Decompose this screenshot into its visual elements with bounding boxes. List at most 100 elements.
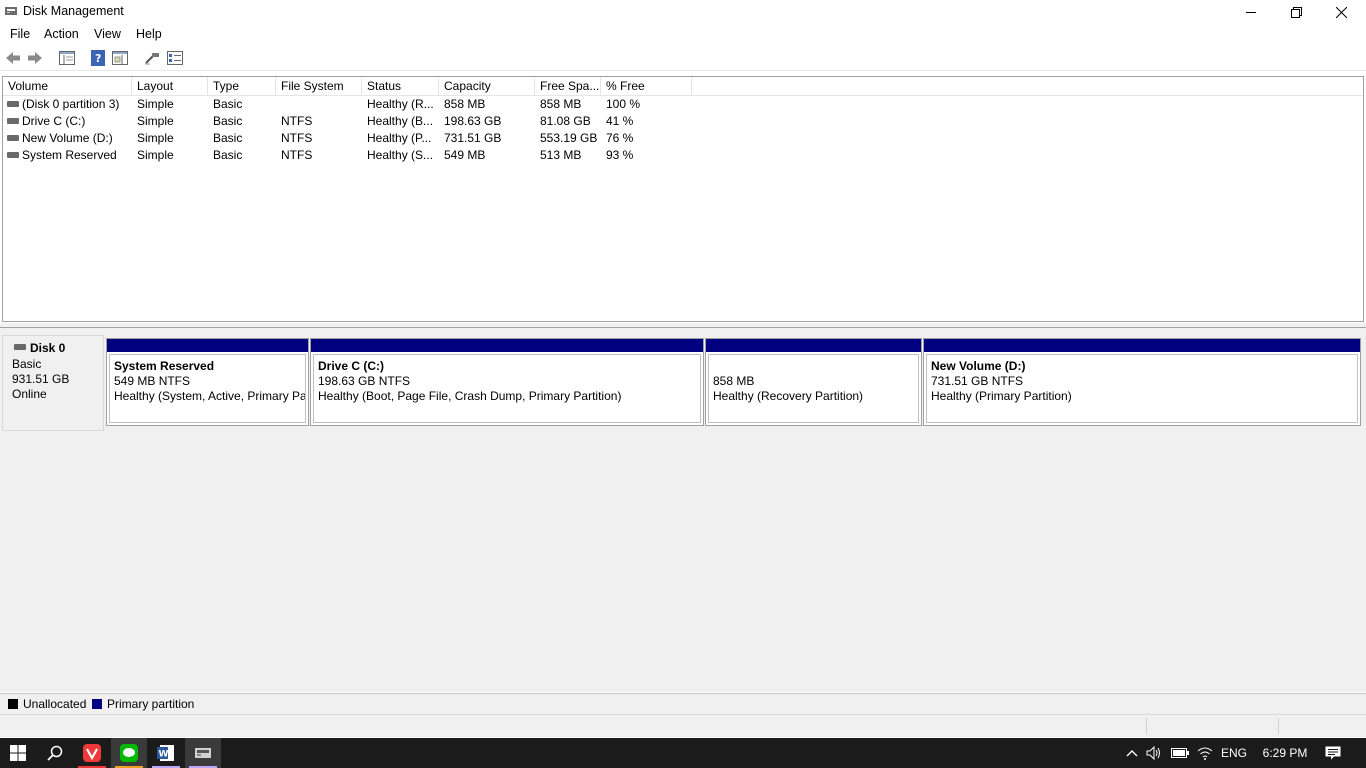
partition-name — [713, 359, 914, 374]
menu-file[interactable]: File — [10, 27, 30, 41]
cell-free-space: 858 MB — [540, 97, 582, 111]
table-row[interactable]: Drive C (C:) Simple Basic NTFS Healthy (… — [3, 113, 703, 130]
cell-file-system: NTFS — [281, 131, 313, 145]
cell-file-system: NTFS — [281, 148, 313, 162]
partition-size: 549 MB NTFS — [114, 374, 191, 388]
word-app-icon[interactable]: W — [148, 738, 184, 768]
status-divider — [1146, 718, 1147, 734]
back-arrow-icon[interactable] — [4, 49, 22, 67]
partition-drive-c[interactable]: Drive C (C:) 198.63 GB NTFS Healthy (Boo… — [310, 338, 704, 426]
clock[interactable]: 6:29 PM — [1252, 738, 1318, 768]
partition-status: Healthy (System, Active, Primary Pa — [114, 389, 306, 403]
volume-list: Volume Layout Type File System Status Ca… — [2, 76, 1364, 322]
search-icon[interactable] — [37, 738, 73, 768]
cell-layout: Simple — [137, 114, 174, 128]
column-header-status[interactable]: Status — [362, 77, 439, 95]
column-header-free-space[interactable]: Free Spa... — [535, 77, 601, 95]
partition-name: New Volume (D:) — [931, 359, 1026, 373]
primary-partition-swatch — [92, 699, 102, 709]
table-row[interactable]: New Volume (D:) Simple Basic NTFS Health… — [3, 130, 703, 147]
properties-pane-icon[interactable] — [111, 49, 129, 67]
windows-start-icon[interactable] — [0, 738, 36, 768]
table-row[interactable]: System Reserved Simple Basic NTFS Health… — [3, 147, 703, 164]
legend: Unallocated Primary partition — [0, 693, 1366, 714]
column-header-capacity[interactable]: Capacity — [439, 77, 535, 95]
battery-icon[interactable] — [1168, 738, 1192, 768]
cell-free-space: 81.08 GB — [540, 114, 591, 128]
cell-percent-free: 93 % — [606, 148, 634, 162]
svg-text:W: W — [159, 750, 169, 760]
partition-status: Healthy (Recovery Partition) — [713, 389, 864, 403]
partition-system-reserved[interactable]: System Reserved 549 MB NTFS Healthy (Sys… — [106, 338, 309, 426]
column-header-layout[interactable]: Layout — [132, 77, 208, 95]
menu-bar: File Action View Help — [0, 24, 1366, 44]
toolbar: ? — [0, 46, 1366, 71]
chevron-up-icon[interactable] — [1122, 738, 1142, 768]
cell-layout: Simple — [137, 131, 174, 145]
line-messenger-icon[interactable] — [111, 738, 147, 768]
cell-percent-free: 41 % — [606, 114, 634, 128]
taskbar: W ENG 6:29 PM — [0, 738, 1366, 768]
cell-percent-free: 100 % — [606, 97, 641, 111]
volume-icon — [7, 101, 19, 107]
cell-capacity: 549 MB — [444, 148, 486, 162]
primary-partition-bar — [107, 339, 308, 352]
volume-list-header: Volume Layout Type File System Status Ca… — [3, 77, 1363, 96]
volume-icon — [7, 135, 19, 141]
partition-status: Healthy (Boot, Page File, Crash Dump, Pr… — [318, 389, 622, 403]
disk-type: Basic — [12, 357, 42, 371]
legend-primary-partition: Primary partition — [107, 697, 195, 711]
cell-layout: Simple — [137, 97, 174, 111]
table-row[interactable]: (Disk 0 partition 3) Simple Basic Health… — [3, 96, 703, 113]
cell-capacity: 731.51 GB — [444, 131, 502, 145]
disk-status: Online — [12, 387, 47, 401]
volume-icon — [7, 152, 19, 158]
minimize-button[interactable] — [1228, 0, 1274, 24]
action-center-icon[interactable] — [1318, 738, 1348, 768]
cell-status: Healthy (B... — [367, 114, 434, 128]
cell-type: Basic — [213, 97, 243, 111]
column-header-volume[interactable]: Volume — [3, 77, 132, 95]
wifi-icon[interactable] — [1194, 738, 1216, 768]
rescan-disk-icon[interactable] — [143, 49, 161, 67]
disk-0-info[interactable]: Disk 0 Basic 931.51 GB Online — [2, 335, 104, 431]
cell-volume: (Disk 0 partition 3) — [22, 97, 120, 111]
unallocated-swatch — [8, 699, 18, 709]
partition-name: System Reserved — [114, 359, 215, 373]
console-tree-icon[interactable] — [58, 49, 76, 67]
cell-status: Healthy (S... — [367, 148, 434, 162]
primary-partition-bar — [311, 339, 703, 352]
cell-capacity: 198.63 GB — [444, 114, 502, 128]
status-bar — [0, 714, 1366, 737]
restore-button[interactable] — [1273, 0, 1319, 24]
cell-status: Healthy (R... — [367, 97, 434, 111]
partition-new-volume-d[interactable]: New Volume (D:) 731.51 GB NTFS Healthy (… — [923, 338, 1361, 426]
forward-arrow-icon[interactable] — [26, 49, 44, 67]
partition-name: Drive C (C:) — [318, 359, 385, 373]
cell-status: Healthy (P... — [367, 131, 432, 145]
cell-type: Basic — [213, 148, 243, 162]
volume-icon — [7, 118, 19, 124]
menu-view[interactable]: View — [94, 27, 121, 41]
partition-status: Healthy (Primary Partition) — [931, 389, 1072, 403]
vivaldi-browser-icon[interactable] — [74, 738, 110, 768]
column-header-file-system[interactable]: File System — [276, 77, 362, 95]
svg-text:?: ? — [95, 52, 101, 65]
language-indicator[interactable]: ENG — [1218, 738, 1250, 768]
partition-recovery[interactable]: 858 MB Healthy (Recovery Partition) — [705, 338, 922, 426]
help-icon[interactable]: ? — [89, 49, 107, 67]
disk-management-task-icon[interactable] — [185, 738, 221, 768]
title-bar: Disk Management — [0, 0, 1366, 24]
settings-list-icon[interactable] — [166, 49, 184, 67]
disk-icon — [14, 344, 26, 350]
column-header-percent-free[interactable]: % Free — [601, 77, 692, 95]
cell-capacity: 858 MB — [444, 97, 486, 111]
primary-partition-bar — [706, 339, 921, 352]
menu-action[interactable]: Action — [44, 27, 79, 41]
partition-size: 731.51 GB NTFS — [931, 374, 1024, 388]
volume-icon[interactable] — [1144, 738, 1164, 768]
column-header-type[interactable]: Type — [208, 77, 276, 95]
menu-help[interactable]: Help — [136, 27, 162, 41]
cell-file-system: NTFS — [281, 114, 313, 128]
close-button[interactable] — [1318, 0, 1364, 24]
